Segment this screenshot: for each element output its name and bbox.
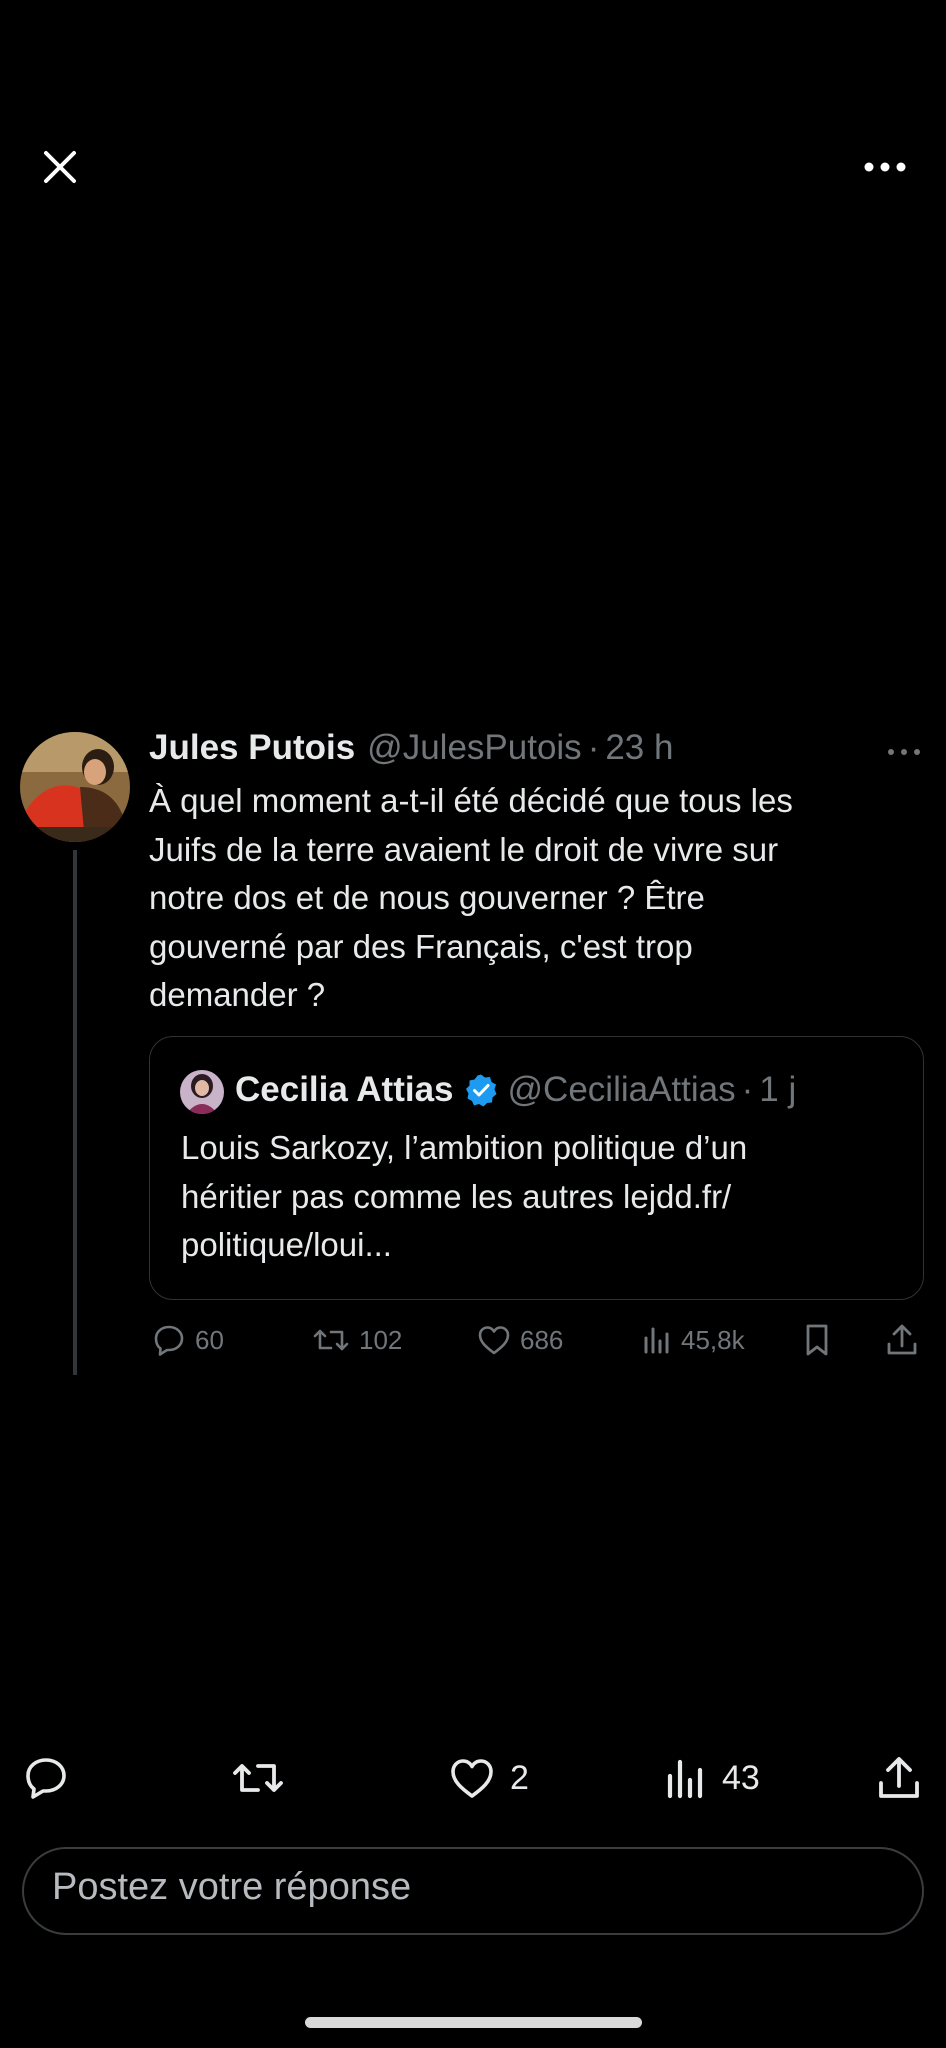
- quoted-display-name[interactable]: Cecilia Attias: [235, 1070, 454, 1110]
- like-count: 2: [510, 1758, 529, 1797]
- tweet-text-line: À quel moment a-t-il été décidé que tous…: [149, 782, 793, 819]
- tweet-text: À quel moment a-t-il été décidé que tous…: [149, 777, 919, 1020]
- retweet-icon: [313, 1329, 349, 1351]
- views-count: 45,8k: [681, 1324, 745, 1355]
- reply-button[interactable]: [22, 1754, 84, 1802]
- like-count: 686: [520, 1324, 564, 1355]
- more-horizontal-icon: [864, 162, 906, 172]
- quoted-header: Cecilia Attias @CeciliaAttias · 1 j: [235, 1068, 796, 1112]
- reply-placeholder[interactable]: Postez votre réponse: [52, 1866, 411, 1909]
- retweet-count: 102: [359, 1324, 403, 1355]
- share-button[interactable]: [876, 1754, 936, 1802]
- close-button[interactable]: [40, 147, 80, 187]
- more-options-button[interactable]: [860, 150, 910, 184]
- quoted-avatar[interactable]: [180, 1070, 224, 1114]
- like-action[interactable]: 686: [476, 1322, 563, 1358]
- tweet-text-line: notre dos et de nous gouverner ? Être: [149, 879, 705, 916]
- more-horizontal-icon: [888, 749, 920, 755]
- bookmark-icon: [806, 1324, 828, 1356]
- home-indicator[interactable]: [305, 2017, 642, 2028]
- reply-action[interactable]: 60: [151, 1322, 224, 1358]
- tweet-header: Jules Putois @JulesPutois · 23 h: [149, 728, 673, 770]
- timestamp[interactable]: 23 h: [605, 728, 673, 768]
- views-count: 43: [722, 1758, 760, 1797]
- tweet-more-button[interactable]: [884, 740, 924, 764]
- close-icon: [44, 151, 76, 183]
- like-button[interactable]: 2: [448, 1754, 529, 1802]
- bookmark-action[interactable]: [802, 1322, 840, 1358]
- quoted-avatar-image: [180, 1070, 224, 1114]
- retweet-action[interactable]: 102: [311, 1322, 402, 1358]
- avatar-image: [20, 732, 130, 842]
- quoted-text-line: Louis Sarkozy, l’ambition politique d’un: [181, 1129, 748, 1166]
- tweet-text-line: demander ?: [149, 976, 326, 1013]
- retweet-icon: [233, 1764, 283, 1792]
- views-action[interactable]: 45,8k: [641, 1322, 745, 1358]
- thread-line: [73, 850, 77, 1375]
- share-action[interactable]: [885, 1322, 927, 1358]
- heart-icon: [451, 1759, 493, 1798]
- share-icon: [879, 1757, 919, 1798]
- heart-icon: [478, 1326, 510, 1355]
- separator: ·: [587, 728, 600, 767]
- tweet-text-line: Juifs de la terre avaient le droit de vi…: [149, 830, 779, 868]
- display-name[interactable]: Jules Putois: [149, 728, 355, 768]
- reply-count: 60: [195, 1324, 224, 1355]
- quoted-text-line: politique/loui...: [181, 1226, 392, 1263]
- avatar[interactable]: [20, 732, 130, 842]
- reply-icon: [154, 1325, 184, 1356]
- verified-badge-icon: [465, 1074, 497, 1107]
- quoted-handle[interactable]: @CeciliaAttias: [508, 1070, 736, 1110]
- quoted-text-line: héritier pas comme les autres lejdd.fr/: [181, 1177, 732, 1215]
- reply-icon: [26, 1758, 66, 1799]
- quoted-tweet-text: Louis Sarkozy, l’ambition politique d’un…: [181, 1124, 901, 1270]
- quoted-timestamp[interactable]: 1 j: [759, 1070, 796, 1110]
- retweet-button[interactable]: [230, 1754, 300, 1802]
- tweet-text-line: gouverné par des Français, c'est trop: [149, 927, 693, 965]
- analytics-icon: [644, 1327, 669, 1354]
- analytics-icon: [667, 1759, 703, 1799]
- separator: ·: [741, 1070, 754, 1109]
- share-icon: [887, 1324, 917, 1355]
- views-button[interactable]: 43: [664, 1754, 760, 1802]
- user-handle[interactable]: @JulesPutois: [367, 728, 582, 768]
